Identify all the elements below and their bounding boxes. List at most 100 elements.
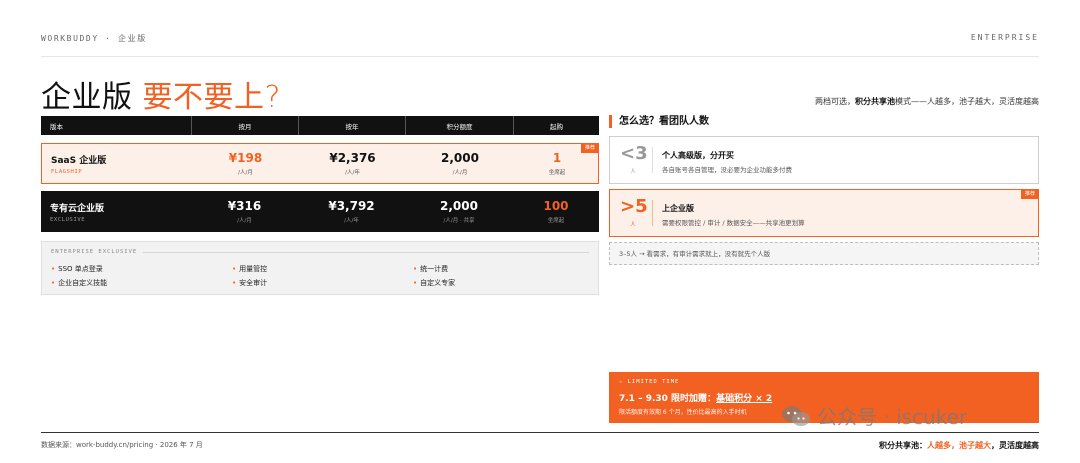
exclusive-label: ENTERPRISE EXCLUSIVE (51, 249, 138, 255)
divider (143, 251, 589, 253)
feature-label: 统一计费 (420, 265, 449, 273)
wechat-icon (782, 405, 810, 426)
card-desc: 需要权限管控 / 审计 / 数据安全——共享池更划算 (662, 219, 805, 227)
feature-label: 用量管控 (239, 265, 268, 273)
plan-row-saas[interactable]: 推荐 SaaS 企业版 FLAGSHIP ¥198 /人/月 ¥2,376 /人… (41, 143, 599, 184)
feature-item: • 安全审计 (232, 278, 267, 288)
recommend-badge: 推荐 (1020, 189, 1039, 199)
top-bar: WORKBUDDY · 企业版 ENTERPRISE (41, 33, 1039, 57)
subtitle-post: 模式——人越多，池子越大，灵活度越高 (895, 97, 1039, 106)
feature-label: SSO 单点登录 (58, 265, 103, 273)
promo-bonus: 基础积分 × 2 (716, 394, 773, 404)
bullet-icon: • (51, 265, 56, 273)
card-desc: 各自账号各自管理，没必要为企业功能多付费 (662, 166, 792, 174)
yearly-unit: /人/年 (344, 218, 359, 224)
table-header: 版本 按月 按年 积分额度 起购 (41, 116, 599, 135)
section-title: 怎么选？看团队人数 (609, 115, 709, 128)
min-unit: 坐席起 (547, 218, 565, 224)
plan-code: EXCLUSIVE (50, 216, 86, 223)
monthly-price: ¥198 (228, 151, 263, 165)
bullet-icon: • (232, 279, 237, 287)
plan-code: FLAGSHIP (51, 168, 83, 175)
feature-item: • 统一计费 (413, 264, 448, 274)
team-size-number: <3 (620, 143, 648, 164)
header-monthly: 按月 (191, 116, 298, 135)
team-size-card-small[interactable]: <3 人 个人高级版，分开买 各自账号各自管理，没必要为企业功能多付费 (609, 136, 1039, 184)
subtitle: 两档可选，积分共享池模式——人越多，池子越大，灵活度越高 (815, 96, 1039, 107)
monthly-price: ¥316 (227, 199, 262, 213)
yearly-cell: ¥3,792 /人/年 (298, 191, 405, 232)
yearly-price: ¥2,376 (329, 151, 376, 165)
footer-slogan: 积分共享池：人越多，池子越大，灵活度越高 (879, 440, 1039, 451)
feature-item: • 自定义专家 (413, 278, 455, 288)
team-size-number: >5 (620, 196, 648, 217)
feature-item: • 用量管控 (232, 264, 267, 274)
plan-name: SaaS 企业版 (51, 155, 107, 166)
brand-label: WORKBUDDY · 企业版 (41, 34, 147, 43)
page-title: 企业版 要不要上? (41, 72, 281, 116)
pricing-table: 版本 按月 按年 积分额度 起购 推荐 SaaS 企业版 FLAGSHIP ¥1… (41, 116, 599, 232)
slogan-pre: 积分共享池： (879, 441, 927, 450)
header-yearly: 按年 (298, 116, 405, 135)
header-min: 起购 (513, 116, 599, 135)
feature-item: • 企业自定义技能 (51, 278, 107, 288)
min-unit: 坐席起 (548, 170, 566, 176)
slogan-emphasis: 人越多，池子越大 (927, 441, 991, 450)
bullet-icon: • (232, 265, 237, 273)
divider (652, 200, 653, 226)
credits-cell: 2,000 /人/月 · 共享 (405, 191, 513, 232)
feature-label: 安全审计 (239, 279, 268, 287)
credits-value: 2,000 (440, 199, 478, 213)
min-value: 100 (543, 199, 569, 213)
footer-divider (41, 432, 1039, 433)
header-version: 版本 (50, 122, 63, 131)
card-title: 个人高级版，分开买 (662, 151, 734, 160)
monthly-unit: /人/月 (237, 218, 252, 224)
credits-cell: 2,000 /人/月 (406, 144, 514, 183)
header-credits: 积分额度 (405, 116, 513, 135)
subtitle-bold: 积分共享池 (855, 97, 895, 106)
min-cell: 100 坐席起 (513, 191, 599, 232)
yearly-unit: /人/年 (345, 170, 360, 176)
plan-name: 专有云企业版 (50, 203, 105, 214)
subtitle-pre: 两档可选， (815, 97, 855, 106)
title-accent: 要不要上? (142, 80, 281, 115)
min-value: 1 (552, 151, 562, 165)
promo-headline: 7.1 – 9.30 限时加赠：基础积分 × 2 (619, 391, 772, 404)
credits-unit: /人/月 · 共享 (443, 218, 475, 224)
mid-size-note: 3–5人 → 看需求，有审计需求就上，没有就先个人版 (609, 242, 1039, 265)
yearly-price: ¥3,792 (328, 199, 375, 213)
divider (652, 147, 653, 173)
feature-label: 自定义专家 (420, 279, 456, 287)
plan-name-cell: 专有云企业版 EXCLUSIVE (41, 191, 191, 232)
feature-label: 企业自定义技能 (58, 279, 108, 287)
credits-unit: /人/月 (452, 170, 468, 176)
title-main: 企业版 (41, 80, 133, 115)
wechat-watermark: 公众号 · iscuker (781, 401, 967, 430)
bullet-icon: • (413, 265, 418, 273)
data-source: 数据来源：work-buddy.cn/pricing · 2026 年 7 月 (41, 441, 203, 449)
bullet-icon: • (51, 279, 56, 287)
card-title: 上企业版 (662, 204, 694, 213)
plan-row-exclusive[interactable]: 专有云企业版 EXCLUSIVE ¥316 /人/月 ¥3,792 /人/年 2… (41, 191, 599, 232)
feature-item: • SSO 单点登录 (51, 264, 103, 274)
promo-dates: 7.1 – 9.30 限时加赠： (619, 394, 717, 404)
monthly-cell: ¥198 /人/月 (192, 144, 299, 183)
recommend-badge: 推荐 (580, 143, 599, 153)
watermark-text: 公众号 · iscuker (817, 405, 968, 429)
team-size-unit: 人 (630, 169, 636, 175)
exclusive-features-panel: ENTERPRISE EXCLUSIVE • SSO 单点登录 • 用量管控 • 统一… (41, 241, 599, 295)
monthly-cell: ¥316 /人/月 (191, 191, 298, 232)
slogan-post: ，灵活度越高 (991, 441, 1039, 450)
yearly-cell: ¥2,376 /人/年 (299, 144, 406, 183)
plan-name-cell: SaaS 企业版 FLAGSHIP (42, 144, 192, 183)
promo-subtext: 限活额度有效期 6 个月，性价比最高的入手时机 (619, 409, 747, 416)
team-size-card-large[interactable]: 推荐 >5 人 上企业版 需要权限管控 / 审计 / 数据安全——共享池更划算 (609, 189, 1039, 237)
bullet-icon: • (413, 279, 418, 287)
monthly-unit: /人/月 (238, 170, 253, 176)
credits-value: 2,000 (441, 151, 479, 165)
enterprise-tag: ENTERPRISE (970, 33, 1039, 42)
exclusive-header: ENTERPRISE EXCLUSIVE (51, 249, 589, 255)
promo-label: ☆ LIMITED TIME (619, 379, 680, 385)
team-size-unit: 人 (630, 222, 636, 228)
